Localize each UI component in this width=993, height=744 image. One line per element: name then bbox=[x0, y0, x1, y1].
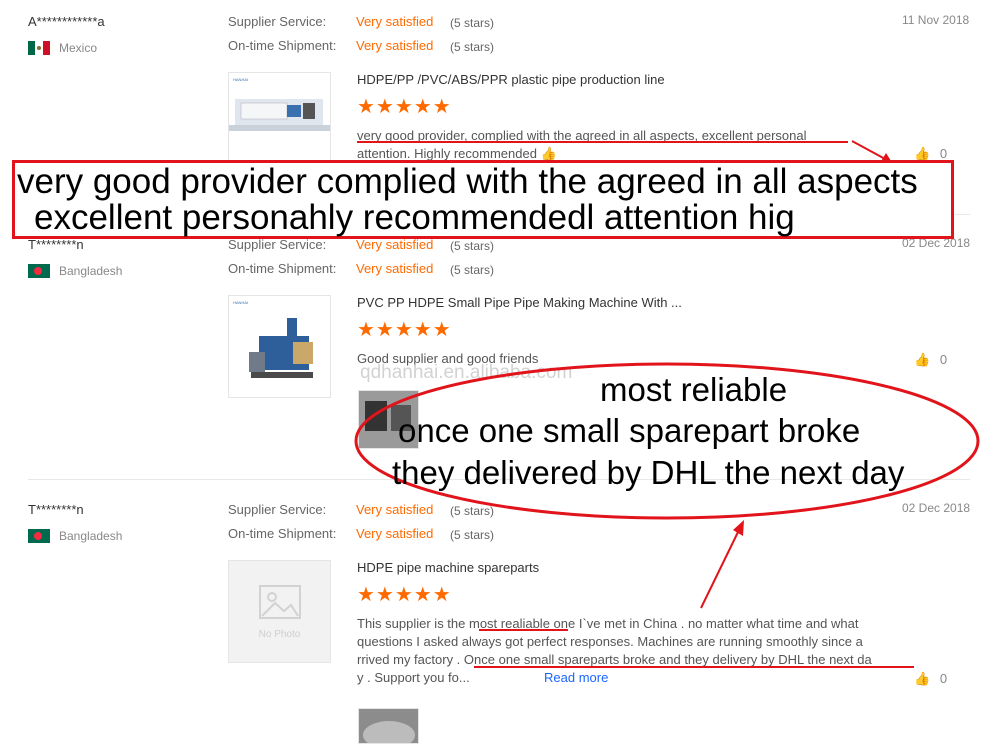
annotation-overlay bbox=[354, 140, 980, 668]
annotation-arrowhead bbox=[733, 520, 744, 536]
annotation-oval-line: they delivered by DHL the next day bbox=[392, 454, 905, 491]
annotation-box-line: very good provider complied with the agr… bbox=[17, 162, 918, 201]
annotation-box-line: excellent personahly recommendedl attent… bbox=[34, 198, 795, 237]
annotation-oval-line: once one small sparepart broke bbox=[398, 412, 861, 449]
annotation-box: very good provider complied with the agr… bbox=[12, 160, 954, 239]
annotation-arrow bbox=[851, 140, 888, 161]
annotation-oval-line: most reliable bbox=[600, 371, 788, 408]
annotation-arrow bbox=[700, 529, 740, 609]
